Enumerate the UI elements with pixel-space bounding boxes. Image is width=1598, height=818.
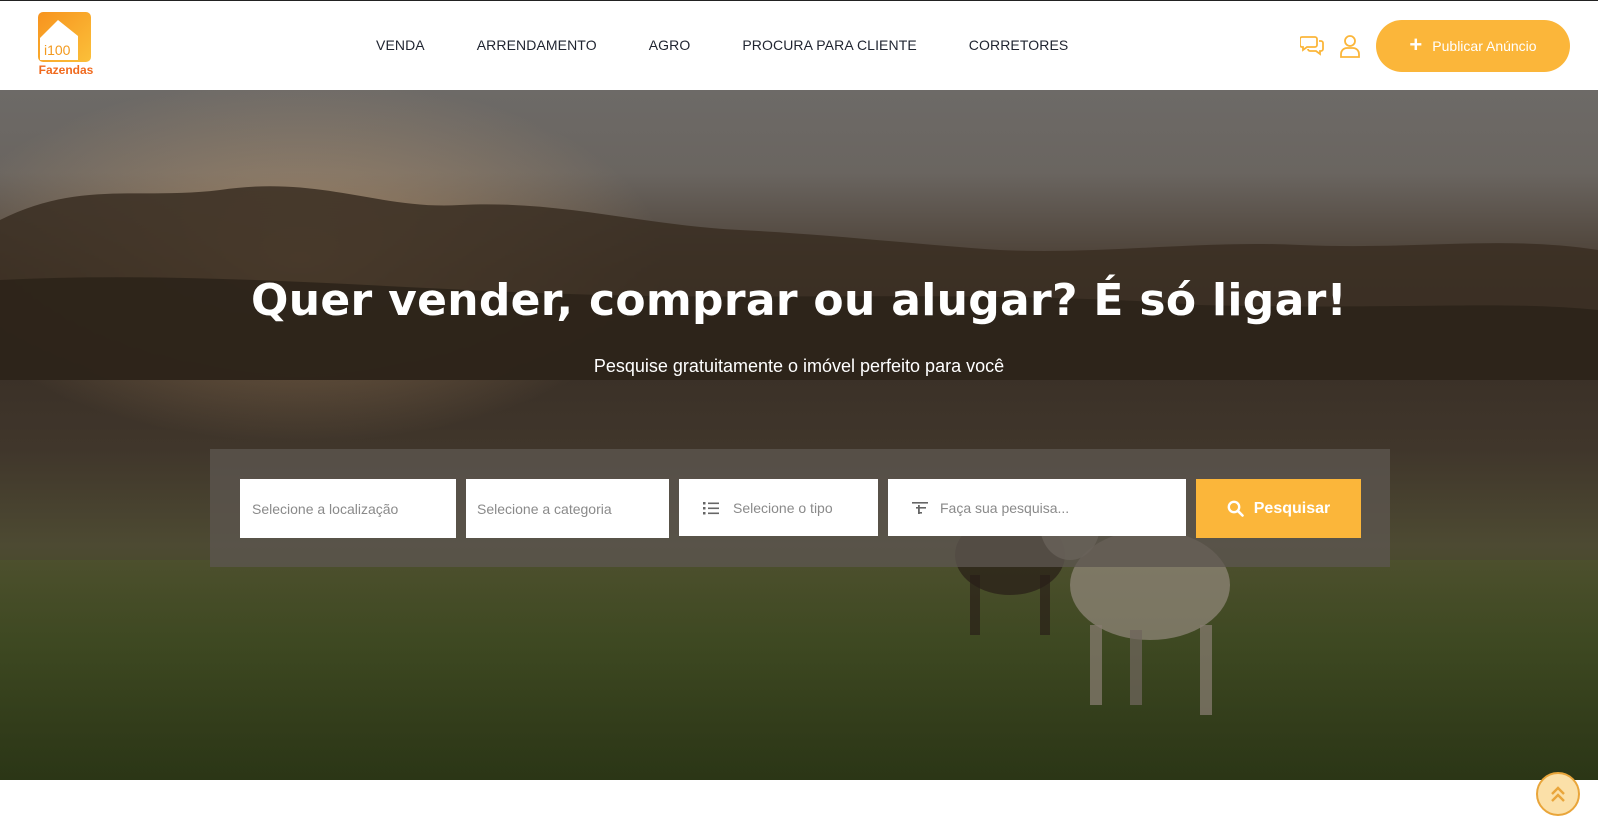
- search-button-label: Pesquisar: [1253, 499, 1331, 517]
- search-panel: Selecione a localização Selecione a cate…: [210, 449, 1390, 567]
- nav-item-arrendamento[interactable]: ARRENDAMENTO: [477, 37, 597, 53]
- logo-text: Fazendas: [38, 63, 94, 77]
- user-icon[interactable]: [1339, 34, 1361, 58]
- search-button[interactable]: Pesquisar: [1196, 479, 1361, 538]
- search-icon: [1227, 500, 1244, 517]
- search-field[interactable]: [888, 479, 1186, 536]
- location-select-placeholder: Selecione a localização: [252, 500, 399, 517]
- hero-background-grass: [0, 560, 1598, 780]
- publish-ad-button[interactable]: + Publicar Anúncio: [1376, 20, 1570, 72]
- hero-title: Quer vender, comprar ou alugar? É só lig…: [251, 275, 1347, 326]
- hero-subtitle: Pesquise gratuitamente o imóvel perfeito…: [593, 356, 1005, 376]
- main-nav: VENDA ARRENDAMENTO AGRO PROCURA PARA CLI…: [376, 37, 1068, 53]
- logo[interactable]: i100 Fazendas: [37, 12, 95, 78]
- hero-banner: Quer vender, comprar ou alugar? É só lig…: [0, 90, 1598, 780]
- list-icon: [703, 501, 719, 514]
- category-select[interactable]: Selecione a categoria: [466, 479, 669, 538]
- type-select-placeholder: Selecione o tipo: [733, 499, 833, 516]
- search-input[interactable]: [940, 499, 1170, 516]
- logo-house-icon: i100: [38, 12, 91, 62]
- double-chevron-up-icon: [1551, 786, 1565, 802]
- plus-icon: +: [1409, 32, 1423, 57]
- category-select-placeholder: Selecione a categoria: [477, 500, 612, 517]
- chat-bubbles-icon[interactable]: [1300, 34, 1324, 56]
- location-select[interactable]: Selecione a localização: [240, 479, 456, 538]
- scroll-to-top-button[interactable]: [1536, 772, 1580, 816]
- filter-sliders-icon: [912, 501, 928, 514]
- nav-item-procura-para-cliente[interactable]: PROCURA PARA CLIENTE: [742, 37, 916, 53]
- nav-item-venda[interactable]: VENDA: [376, 37, 425, 53]
- nav-item-agro[interactable]: AGRO: [649, 37, 691, 53]
- publish-ad-label: Publicar Anúncio: [1432, 38, 1537, 54]
- site-header: i100 Fazendas VENDA ARRENDAMENTO AGRO PR…: [0, 0, 1598, 90]
- hero-background-trees: [0, 186, 1598, 380]
- nav-item-corretores[interactable]: CORRETORES: [969, 37, 1069, 53]
- page-content-start: [0, 780, 1598, 818]
- svg-text:i100: i100: [44, 42, 71, 58]
- type-select[interactable]: Selecione o tipo: [679, 479, 878, 536]
